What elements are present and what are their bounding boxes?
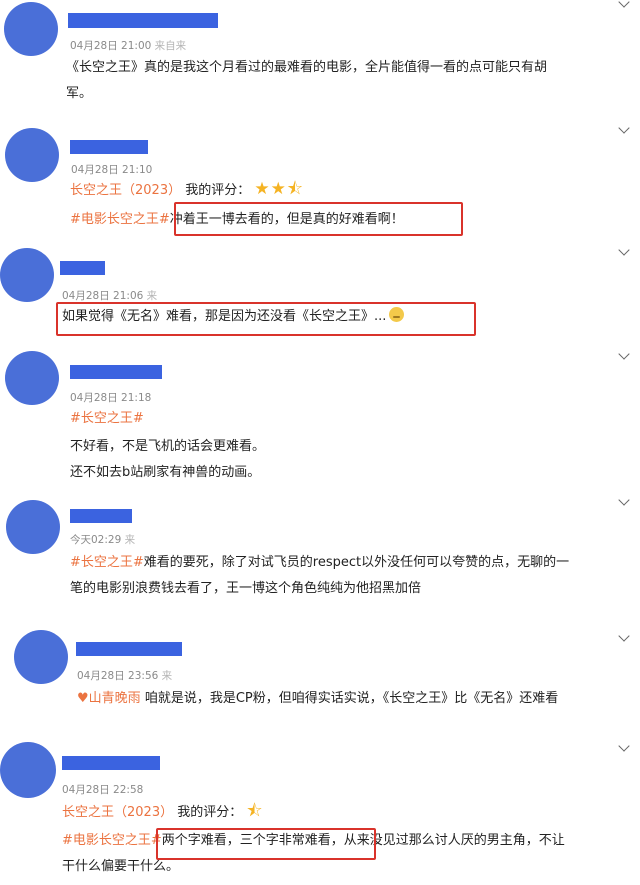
reply-username[interactable]: 山青晚雨 — [89, 691, 141, 706]
avatar[interactable] — [0, 742, 56, 798]
chevron-down-icon[interactable] — [618, 348, 630, 360]
comment-card: 今天02:29 来 #长空之王#难看的要死，除了对试飞员的respect以外没任… — [0, 494, 640, 616]
rating-row: 长空之王（2023） 我的评分： ★★⯪ — [70, 179, 304, 199]
chevron-down-icon[interactable] — [618, 630, 630, 642]
avatar[interactable] — [6, 500, 60, 554]
chevron-down-icon[interactable] — [618, 740, 630, 752]
movie-link[interactable]: 长空之王（2023） — [62, 805, 173, 820]
comment-meta: 04月28日 21:00 来自来 — [70, 40, 187, 52]
comment-card: 04月28日 21:06 来 如果觉得《无名》难看，那是因为还没看《长空之王》.… — [0, 244, 640, 346]
comment-meta: 04月28日 22:58 — [62, 784, 144, 796]
avatar[interactable] — [14, 630, 68, 684]
username-redacted[interactable] — [70, 509, 132, 523]
star-rating-icon: ★★⯪ — [254, 179, 304, 199]
movie-link[interactable]: 长空之王（2023） — [70, 183, 181, 198]
comment-card: 04月28日 21:18 #长空之王# 不好看，不是飞机的话会更难看。 还不如去… — [0, 346, 640, 494]
topic-tag[interactable]: #电影长空之王# — [70, 212, 170, 227]
comment-card: 04月28日 22:58 长空之王（2023） 我的评分： ⯪ #电影长空之王#… — [0, 732, 640, 885]
username-redacted[interactable] — [68, 13, 218, 28]
username-redacted[interactable] — [76, 642, 182, 656]
highlight-box — [56, 302, 476, 336]
comment-meta: 04月28日 21:10 — [71, 164, 153, 176]
comment-meta: 今天02:29 来 — [70, 534, 136, 546]
topic-tag[interactable]: #电影长空之王# — [62, 833, 162, 848]
username-redacted[interactable] — [70, 365, 162, 379]
comment-body: 《长空之王》真的是我这个月看过的最难看的电影，全片能值得一看的点可能只有胡 军。 — [66, 60, 548, 101]
rating-row: 长空之王（2023） 我的评分： ⯪ — [62, 801, 264, 821]
avatar[interactable] — [5, 351, 59, 405]
username-redacted[interactable] — [70, 140, 148, 154]
star-rating-icon: ⯪ — [246, 801, 264, 821]
username-redacted[interactable] — [62, 756, 160, 770]
avatar[interactable] — [4, 2, 58, 56]
comment-card: 04月28日 21:10 长空之王（2023） 我的评分： ★★⯪ #电影长空之… — [0, 118, 640, 246]
topic-tag[interactable]: #长空之王# — [70, 411, 144, 426]
avatar[interactable] — [5, 128, 59, 182]
comment-meta: 04月28日 21:06 来 — [62, 290, 158, 302]
chevron-down-icon[interactable] — [618, 0, 630, 8]
comment-meta: 04月28日 23:56 来 — [77, 670, 173, 682]
chevron-down-icon[interactable] — [618, 494, 630, 506]
chevron-down-icon[interactable] — [618, 244, 630, 256]
comment-body: #长空之王#难看的要死，除了对试飞员的respect以外没任何可以夸赞的点，无聊… — [70, 555, 570, 596]
comment-tag: #长空之王# — [70, 406, 144, 432]
avatar[interactable] — [0, 248, 54, 302]
comment-body: ♥山青晚雨 咱就是说，我是CP粉，但咱得实话实说，《长空之王》比《无名》还难看 — [77, 691, 559, 706]
topic-tag[interactable]: #长空之王# — [70, 555, 144, 570]
comment-card: 04月28日 23:56 来 ♥山青晚雨 咱就是说，我是CP粉，但咱得实话实说，… — [0, 616, 640, 732]
highlight-box — [174, 202, 463, 236]
comment-meta: 04月28日 21:18 — [70, 392, 152, 404]
comment-card: 04月28日 21:00 来自来 《长空之王》真的是我这个月看过的最难看的电影，… — [0, 0, 640, 118]
highlight-box — [156, 828, 376, 860]
heart-icon: ♥ — [77, 691, 89, 706]
comment-body: 不好看，不是飞机的话会更难看。 还不如去b站刷家有神兽的动画。 — [70, 439, 266, 480]
chevron-down-icon[interactable] — [618, 122, 630, 134]
username-redacted[interactable] — [60, 261, 105, 275]
